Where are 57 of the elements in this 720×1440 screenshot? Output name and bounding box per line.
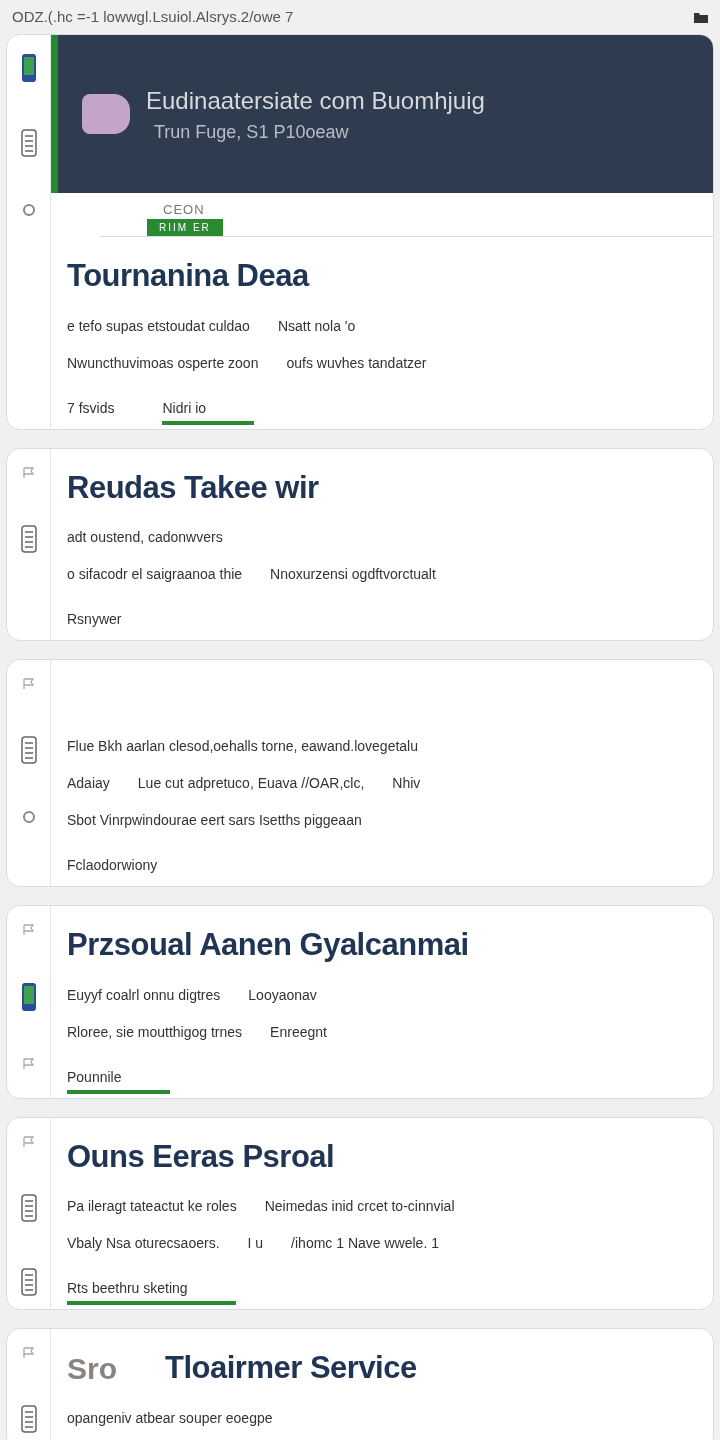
body-text: Euyyf coalrl onnu digtres [67, 985, 221, 1005]
flag-icon [21, 466, 36, 479]
phone-icon [20, 982, 37, 1012]
flag-icon [21, 1347, 36, 1359]
footer-link[interactable]: Rsnywer [67, 609, 122, 636]
body-text: Lue cut adpretuco, Euava //OAR,clc, [137, 774, 365, 793]
footer-link[interactable]: Pounnile [67, 1066, 170, 1094]
hero-subtitle: Trun Fuge, S1 P10oeaw [154, 120, 350, 144]
footer-link[interactable]: Rts beethru sketing [67, 1278, 236, 1305]
card-title: Ouns Eeras Psroal [67, 1137, 335, 1176]
body-text: Flue Bkh aarlan clesod,oehalls torne, eawand.lovegetalu [67, 737, 418, 756]
ring-icon [21, 203, 36, 217]
body-text: I u [247, 1234, 264, 1253]
body-text: Adaiay [67, 774, 110, 793]
body-text: Nsatt nola 'o [277, 316, 356, 336]
card-title: Przsoual Aanen Gyalcanmai [67, 926, 469, 964]
body-text: Sbot Vinrpwindourae eert sars Isetths piggeaan [67, 811, 362, 830]
phone-icon [20, 53, 37, 83]
stack-icon [20, 736, 37, 764]
footer-link[interactable]: Fclaodorwiony [67, 855, 158, 882]
flag-icon [21, 1058, 36, 1070]
body-text: /ihomc 1 Nave wwele. 1 [291, 1234, 439, 1253]
body-text: adt oustend, cadonwvers [67, 528, 223, 547]
address-text[interactable]: ODZ.(.hc =-1 lowwgl.Lsuiol.Alsrys.2/owe 7 [12, 5, 294, 29]
stack-icon [20, 129, 37, 157]
hero-title: Eudinaatersiate com Buomhjuig [146, 85, 485, 116]
ring-icon [21, 810, 36, 824]
body-text: opangeniv atbear souper eoegpe [67, 1408, 273, 1428]
stack-icon [20, 1193, 37, 1222]
flag-icon [21, 1135, 36, 1148]
footer-link[interactable]: Nidri io [162, 397, 255, 425]
card-title: Tournanina Deaa [67, 257, 309, 295]
body-text: o sifacodr el saigraanoa thie [67, 565, 243, 584]
body-text: Nnoxurzensi ogdftvorctualt [270, 565, 436, 584]
stack-icon [20, 1267, 37, 1296]
body-text: Pa ileragt tateactut ke roles [67, 1197, 237, 1216]
card-title: Reudas Takee wir [67, 468, 319, 507]
stack-icon [20, 1405, 37, 1433]
card-title: Tloairmer Service [165, 1349, 417, 1387]
body-text: oufs wuvhes tandatzer [286, 353, 427, 373]
body-text: Rloree, sie moutthigog trnes [67, 1022, 243, 1042]
tab[interactable]: RIIM ER [147, 219, 223, 236]
tab-group-label: CEON [163, 200, 206, 219]
body-text: Nwuncthuvimoas osperte zoon [67, 353, 259, 373]
body-text: e tefo supas etstoudat culdao [67, 316, 250, 336]
body-text: Looyaonav [248, 985, 317, 1005]
folder-icon[interactable] [694, 11, 708, 23]
card-kicker: Sro [67, 1350, 117, 1387]
body-text: Neimedas inid crcet to-cinnvial [264, 1197, 455, 1216]
flag-icon [21, 678, 36, 690]
body-text: Nhiv [392, 774, 421, 793]
footer-link[interactable]: 7 fsvids [67, 397, 115, 425]
logo-icon [82, 94, 130, 134]
flag-icon [21, 924, 36, 936]
body-text: Enreegnt [270, 1022, 327, 1042]
stack-icon [20, 524, 37, 553]
body-text: Vbaly Nsa oturecsaoers. [67, 1234, 220, 1253]
